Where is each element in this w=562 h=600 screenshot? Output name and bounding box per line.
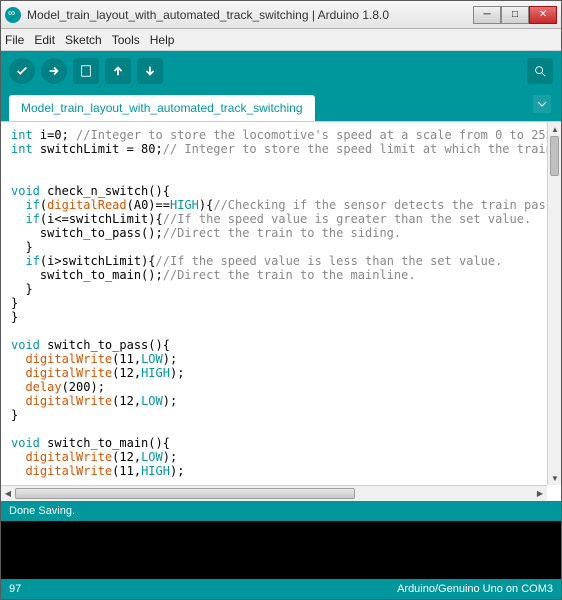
maximize-button[interactable]: □ (501, 6, 529, 24)
minimize-button[interactable]: ─ (473, 6, 501, 24)
footer-bar: 97 Arduino/Genuino Uno on COM3 (1, 579, 561, 599)
verify-button[interactable] (9, 58, 35, 84)
menu-help[interactable]: Help (150, 33, 175, 47)
new-file-icon (79, 64, 93, 78)
arrow-down-icon (143, 64, 157, 78)
status-bar: Done Saving. (1, 501, 561, 521)
menubar: File Edit Sketch Tools Help (1, 29, 561, 51)
horizontal-scrollbar[interactable]: ◀ ▶ (1, 485, 547, 501)
toolbar (1, 51, 561, 91)
code-editor[interactable]: int i=0; //Integer to store the locomoti… (1, 122, 547, 485)
status-message: Done Saving. (9, 505, 75, 517)
tabbar: Model_train_layout_with_automated_track_… (1, 91, 561, 121)
new-button[interactable] (73, 58, 99, 84)
chevron-down-icon (537, 99, 547, 109)
vertical-scrollbar[interactable]: ▲ ▼ (547, 122, 561, 485)
sketch-tab[interactable]: Model_train_layout_with_automated_track_… (9, 95, 315, 121)
arrow-right-icon (47, 64, 61, 78)
arduino-icon (5, 7, 21, 23)
tab-dropdown-button[interactable] (533, 95, 551, 113)
app-window: Model_train_layout_with_automated_track_… (0, 0, 562, 600)
menu-tools[interactable]: Tools (112, 33, 140, 47)
save-button[interactable] (137, 58, 163, 84)
window-title: Model_train_layout_with_automated_track_… (27, 8, 473, 22)
console-output[interactable] (1, 521, 561, 579)
menu-edit[interactable]: Edit (34, 33, 55, 47)
serial-monitor-button[interactable] (527, 58, 553, 84)
window-controls: ─ □ ✕ (473, 6, 557, 24)
close-button[interactable]: ✕ (529, 6, 557, 24)
titlebar: Model_train_layout_with_automated_track_… (1, 1, 561, 29)
menu-sketch[interactable]: Sketch (65, 33, 102, 47)
scroll-right-arrow[interactable]: ▶ (533, 486, 547, 500)
scroll-left-arrow[interactable]: ◀ (1, 486, 15, 500)
vertical-scroll-thumb[interactable] (550, 136, 559, 176)
scroll-up-arrow[interactable]: ▲ (548, 122, 561, 136)
menu-file[interactable]: File (5, 33, 24, 47)
board-port-label: Arduino/Genuino Uno on COM3 (397, 583, 553, 595)
horizontal-scroll-thumb[interactable] (15, 488, 355, 499)
check-icon (15, 64, 29, 78)
scroll-down-arrow[interactable]: ▼ (548, 471, 561, 485)
editor-area: int i=0; //Integer to store the locomoti… (1, 121, 561, 501)
arrow-up-icon (111, 64, 125, 78)
open-button[interactable] (105, 58, 131, 84)
line-number: 97 (9, 583, 21, 595)
upload-button[interactable] (41, 58, 67, 84)
serial-monitor-icon (533, 64, 547, 78)
